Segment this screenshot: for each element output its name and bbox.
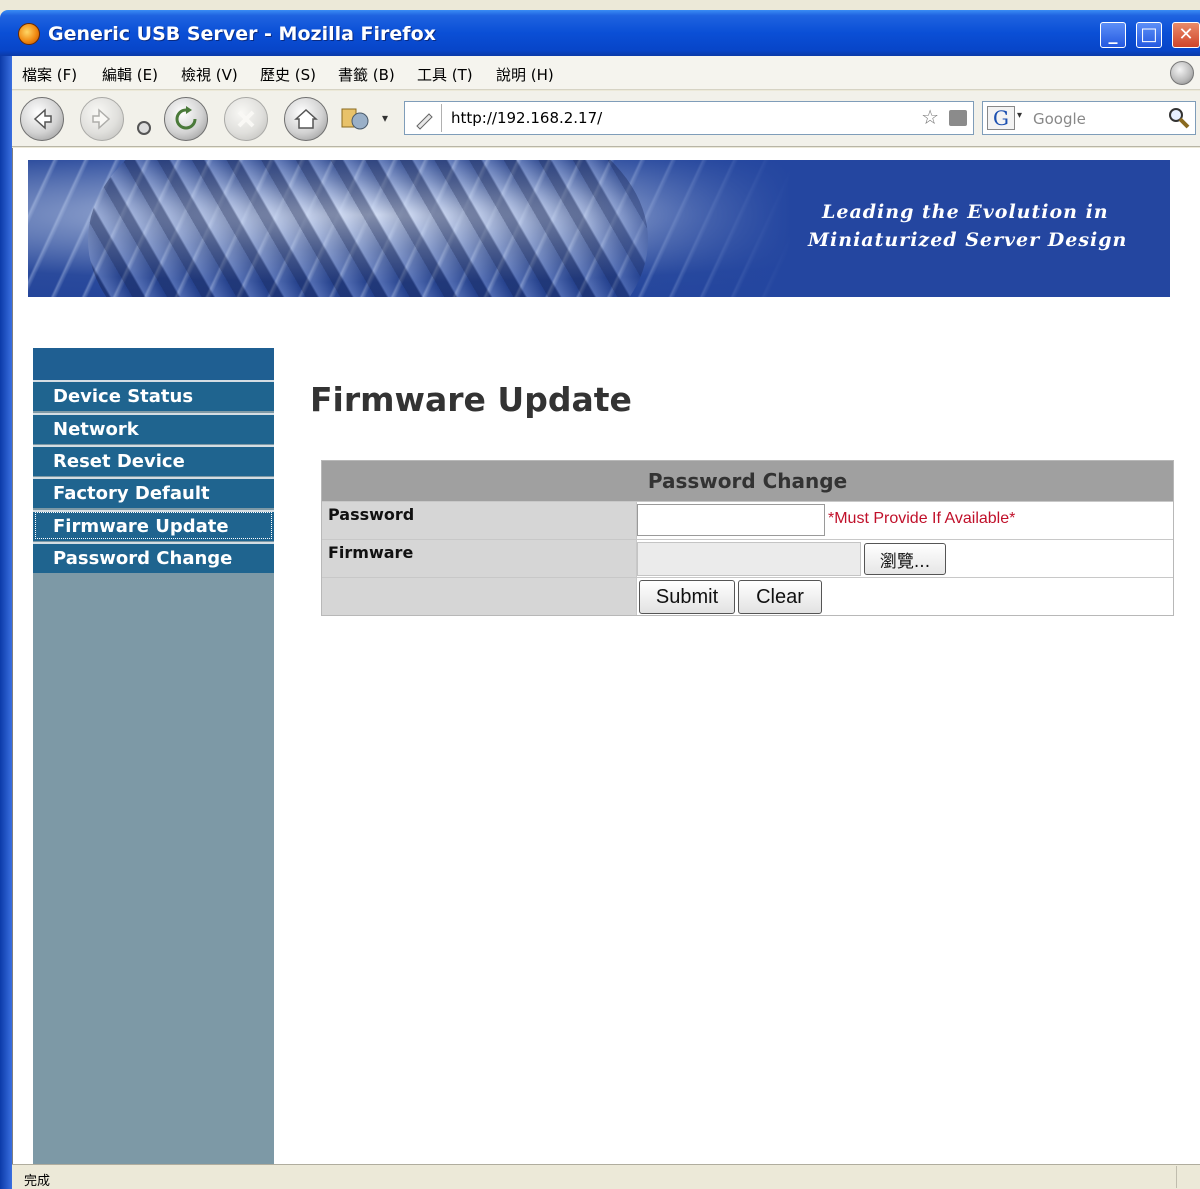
search-icon[interactable] <box>1167 106 1191 130</box>
menu-item-tools[interactable]: 工具 (T) <box>417 64 473 85</box>
menu-item-bookmarks[interactable]: 書籤 (B) <box>338 64 395 85</box>
close-icon: ✕ <box>1178 24 1194 45</box>
sidebar-item-factory-default[interactable]: Factory Default <box>33 477 274 508</box>
sidebar-item-reset-device[interactable]: Reset Device <box>33 445 274 476</box>
address-divider <box>441 104 442 132</box>
home-icon <box>294 108 318 129</box>
forward-button[interactable] <box>80 97 124 141</box>
menu-bar: 檔案 (F) 編輯 (E) 檢視 (V) 歷史 (S) 書籤 (B) 工具 (T… <box>0 56 1200 90</box>
window-title: Generic USB Server - Mozilla Firefox <box>48 23 436 45</box>
home-button[interactable] <box>284 97 328 141</box>
firmware-label: Firmware <box>328 543 414 562</box>
password-row: Password *Must Provide If Available* <box>322 501 1173 539</box>
bookmark-star-icon[interactable]: ☆ <box>921 105 939 129</box>
navigation-toolbar: ▾ ☆ G ▾ <box>0 91 1200 147</box>
clear-button[interactable]: Clear <box>738 580 822 614</box>
menu-item-view[interactable]: 檢視 (V) <box>181 64 238 85</box>
header-banner: Leading the Evolution in Miniaturized Se… <box>28 160 1170 297</box>
menu-item-history[interactable]: 歷史 (S) <box>260 64 316 85</box>
minimize-button[interactable]: _ <box>1100 22 1126 48</box>
search-engine-dropdown-icon[interactable]: ▾ <box>1017 110 1022 121</box>
browse-button[interactable]: 瀏覽... <box>864 543 946 575</box>
submit-button[interactable]: Submit <box>639 580 735 614</box>
history-dropdown-icon[interactable] <box>137 121 151 135</box>
feed-icon[interactable] <box>949 110 967 126</box>
search-engine-icon[interactable]: G <box>987 106 1015 130</box>
search-bar[interactable]: G ▾ <box>982 101 1196 135</box>
page-title: Firmware Update <box>310 380 632 419</box>
title-bar[interactable]: Generic USB Server - Mozilla Firefox _ □… <box>0 10 1200 56</box>
sidebar-header <box>33 348 274 380</box>
reload-button[interactable] <box>164 97 208 141</box>
password-label: Password <box>328 505 415 524</box>
password-input[interactable] <box>637 504 825 536</box>
menu-item-edit[interactable]: 編輯 (E) <box>102 64 158 85</box>
firmware-form: Password Change Password *Must Provide I… <box>321 460 1174 616</box>
search-input[interactable] <box>1033 107 1153 131</box>
firefox-icon <box>18 23 40 45</box>
addon-dropdown-icon[interactable]: ▾ <box>382 111 388 125</box>
forward-arrow-icon <box>92 108 111 130</box>
status-bar: 完成 <box>12 1164 1200 1189</box>
firmware-value-cell: 瀏覽... <box>636 540 1173 577</box>
password-label-cell: Password <box>322 502 636 539</box>
site-identity-icon[interactable] <box>413 108 435 130</box>
actions-row: Submit Clear <box>322 577 1173 615</box>
address-bar[interactable]: ☆ <box>404 101 974 135</box>
sidebar-item-network[interactable]: Network <box>33 413 274 444</box>
menu-item-file[interactable]: 檔案 (F) <box>22 64 77 85</box>
page-viewport: Leading the Evolution in Miniaturized Se… <box>12 148 1200 1164</box>
stop-button[interactable] <box>224 97 268 141</box>
url-input[interactable] <box>451 106 891 130</box>
maximize-icon: □ <box>1140 24 1158 45</box>
menu-item-help[interactable]: 說明 (H) <box>496 64 554 85</box>
addon-icon[interactable] <box>340 105 370 133</box>
sidebar-nav: Device Status Network Reset Device Facto… <box>33 348 274 1164</box>
activity-throbber-icon <box>1170 61 1194 85</box>
sidebar-item-firmware-update[interactable]: Firmware Update <box>33 510 274 541</box>
firmware-row: Firmware 瀏覽... <box>322 539 1173 577</box>
resize-grip-icon[interactable] <box>1176 1166 1200 1188</box>
actions-label-cell <box>322 578 636 615</box>
back-arrow-icon <box>33 108 52 130</box>
tagline-line-1: Leading the Evolution in <box>822 201 1109 223</box>
browser-window: Generic USB Server - Mozilla Firefox _ □… <box>0 0 1200 1189</box>
back-button[interactable] <box>20 97 64 141</box>
banner-tagline: Leading the Evolution in Miniaturized Se… <box>808 198 1127 254</box>
banner-graphic <box>88 160 648 297</box>
minimize-icon: _ <box>1108 24 1118 45</box>
tagline-line-2: Miniaturized Server Design <box>808 229 1128 251</box>
stop-icon <box>237 110 255 128</box>
firmware-label-cell: Firmware <box>322 540 636 577</box>
maximize-button[interactable]: □ <box>1136 22 1162 48</box>
form-header: Password Change <box>322 461 1173 501</box>
firmware-file-field[interactable] <box>637 542 861 576</box>
sidebar-item-device-status[interactable]: Device Status <box>33 380 274 411</box>
status-text: 完成 <box>24 1174 51 1189</box>
sidebar-item-password-change[interactable]: Password Change <box>33 542 274 573</box>
reload-icon <box>175 106 197 130</box>
actions-cell: Submit Clear <box>636 578 1173 615</box>
password-value-cell: *Must Provide If Available* <box>636 502 1173 539</box>
window-frame-left <box>0 56 12 1189</box>
close-button[interactable]: ✕ <box>1172 22 1200 48</box>
password-required-note: *Must Provide If Available* <box>828 510 1016 527</box>
